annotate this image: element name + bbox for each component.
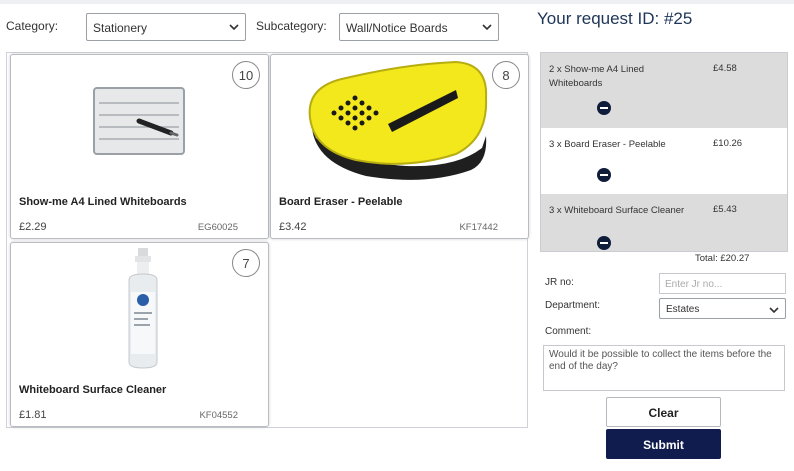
category-select-value: Stationery <box>93 21 148 35</box>
product-card[interactable]: 7 Whiteboard Surface Cleaner £1.81 KF045… <box>10 242 269 427</box>
comment-label: Comment: <box>545 326 592 337</box>
product-price: £1.81 <box>19 409 47 421</box>
stock-count-badge: 8 <box>492 61 520 89</box>
top-divider <box>0 0 794 4</box>
jr-number-placeholder: Enter Jr no... <box>665 279 723 290</box>
category-label: Category: <box>6 19 59 33</box>
category-select[interactable]: Stationery <box>86 13 246 41</box>
remove-item-icon[interactable] <box>597 168 611 182</box>
order-item-price: £10.26 <box>713 138 743 149</box>
chevron-down-icon <box>229 24 239 31</box>
subcategory-select[interactable]: Wall/Notice Boards <box>339 13 499 41</box>
stock-count-badge: 7 <box>232 249 260 277</box>
board-eraser-image <box>308 60 488 180</box>
product-grid: 10 Show-me A4 Lined Whiteboards £2.29 EG… <box>6 52 529 428</box>
product-name: Board Eraser - Peelable <box>279 196 403 208</box>
order-item-price: £4.58 <box>713 63 737 74</box>
remove-item-icon[interactable] <box>597 236 611 250</box>
product-name: Show-me A4 Lined Whiteboards <box>19 196 187 208</box>
order-item-name: 2 x Show-me A4 Lined Whiteboards <box>549 64 645 89</box>
request-id-title: Your request ID: #25 <box>537 9 693 28</box>
department-select-value: Estates <box>666 304 700 315</box>
order-item: 3 x Board Eraser - Peelable £10.26 <box>541 128 787 192</box>
order-item: 3 x Whiteboard Surface Cleaner £5.43 <box>541 194 787 251</box>
product-code: KF17442 <box>459 222 498 233</box>
product-card[interactable]: 8 Board Eraser - Peelable £3.42 KF17442 <box>270 54 529 239</box>
clear-button[interactable]: Clear <box>606 397 721 427</box>
order-item-name: 3 x Board Eraser - Peelable <box>549 139 666 150</box>
product-name: Whiteboard Surface Cleaner <box>19 384 167 396</box>
whiteboard-image <box>93 87 185 155</box>
product-card[interactable]: 10 Show-me A4 Lined Whiteboards £2.29 EG… <box>10 54 269 239</box>
jr-label: JR no: <box>545 277 574 288</box>
order-item-price: £5.43 <box>713 204 737 215</box>
order-list: 2 x Show-me A4 Lined Whiteboards £4.58 3… <box>540 52 788 252</box>
order-total: Total: £20.27 <box>695 253 750 264</box>
product-price: £2.29 <box>19 221 47 233</box>
order-item: 2 x Show-me A4 Lined Whiteboards £4.58 <box>541 53 787 128</box>
order-item-name: 3 x Whiteboard Surface Cleaner <box>549 205 685 216</box>
cleaner-spray-image <box>128 248 158 369</box>
subcategory-label: Subcategory: <box>256 19 327 33</box>
chevron-down-icon <box>769 307 779 314</box>
stock-count-badge: 10 <box>232 61 260 89</box>
jr-number-input[interactable]: Enter Jr no... <box>659 273 786 294</box>
product-code: KF04552 <box>199 410 238 421</box>
subcategory-select-value: Wall/Notice Boards <box>346 21 448 35</box>
submit-button[interactable]: Submit <box>606 429 721 459</box>
department-select[interactable]: Estates <box>659 298 786 319</box>
product-code: EG60025 <box>197 222 238 233</box>
remove-item-icon[interactable] <box>597 101 611 115</box>
product-price: £3.42 <box>279 221 307 233</box>
comment-textarea[interactable]: Would it be possible to collect the item… <box>543 345 785 391</box>
chevron-down-icon <box>482 24 492 31</box>
department-label: Department: <box>545 300 601 311</box>
